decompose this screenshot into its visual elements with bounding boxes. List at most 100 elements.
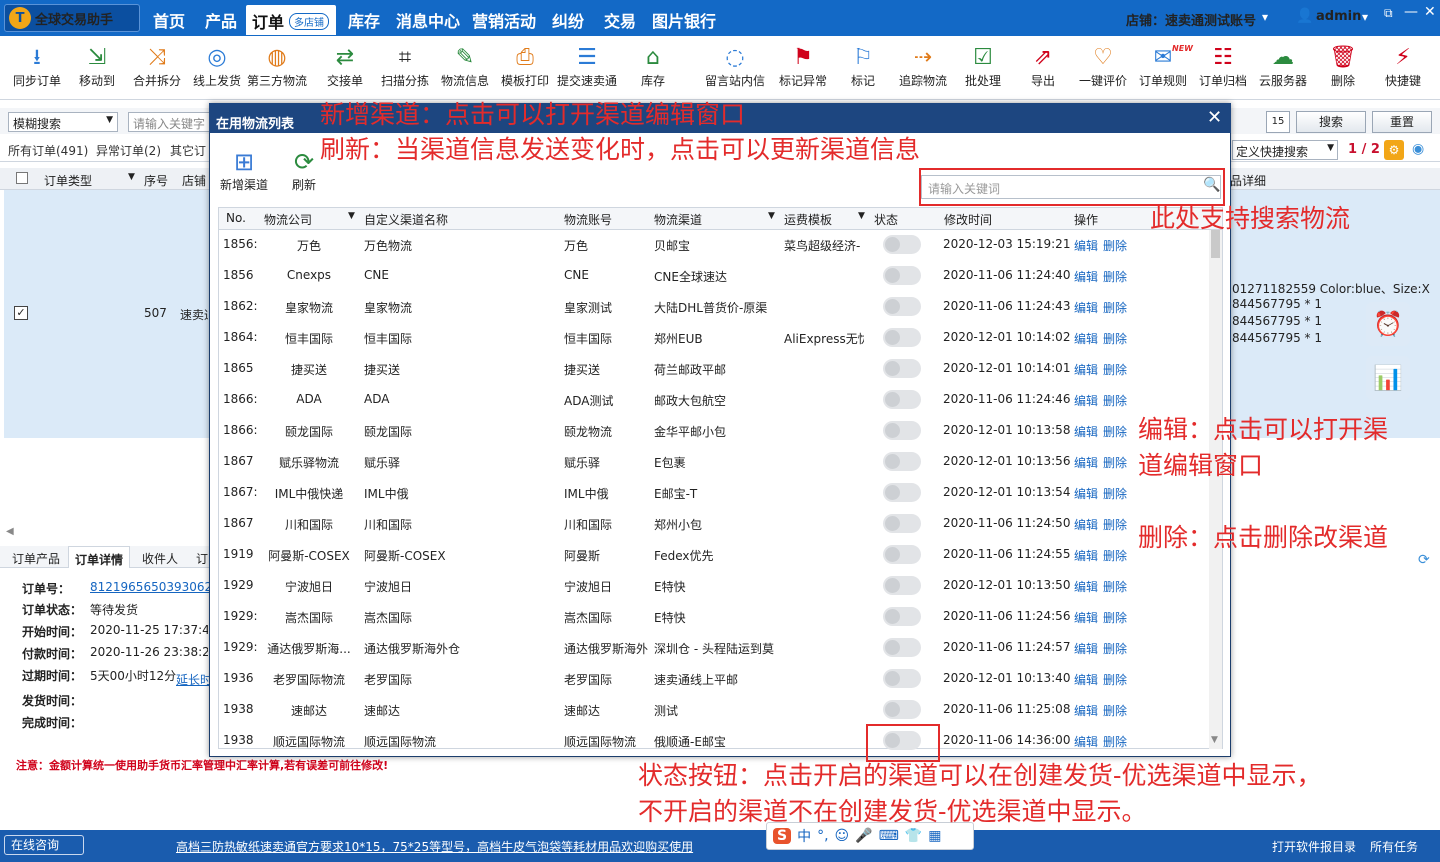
add-channel-button[interactable]: ⊞ 新增渠道 — [220, 148, 268, 193]
toolbar-button[interactable]: ⇢ 追踪物流 — [892, 44, 954, 89]
mic-icon[interactable]: 🎤 — [855, 828, 872, 844]
toolbar-button[interactable]: ◍ 第三方物流 — [246, 44, 308, 89]
col-freight-template[interactable]: 运费模板 — [784, 211, 832, 228]
edit-link[interactable]: 编辑 — [1074, 330, 1098, 347]
hide-icon[interactable]: ◉ — [1412, 141, 1424, 157]
refresh-button[interactable]: ⟳ 刷新 — [292, 148, 316, 193]
logistics-row[interactable]: 1867 川和国际 川和国际 川和国际 郑州小包 2020-11-06 11:24:50 编… — [219, 508, 1209, 539]
nav-dispute[interactable]: 纠纷 — [552, 8, 584, 32]
delete-link[interactable]: 删除 — [1103, 578, 1127, 595]
tab-order-detail[interactable]: 订单详情 — [68, 546, 131, 568]
delete-link[interactable]: 删除 — [1103, 733, 1127, 750]
logistics-row[interactable]: 1862: 皇家物流 皇家物流 皇家测试 大陆DHL普货价-原渠 2020-11-06 1… — [219, 291, 1209, 322]
delete-link[interactable]: 删除 — [1103, 702, 1127, 719]
col-status[interactable]: 状态 — [874, 211, 898, 228]
edit-link[interactable]: 编辑 — [1074, 299, 1098, 316]
tab-other[interactable]: 订 — [196, 550, 208, 567]
delete-link[interactable]: 删除 — [1103, 423, 1127, 440]
col-no[interactable]: No. — [226, 211, 246, 225]
logistics-row[interactable]: 1866: 颐龙国际 颐龙国际 颐龙物流 金华平邮小包 2020-12-01 10:13:… — [219, 415, 1209, 446]
edit-link[interactable]: 编辑 — [1074, 268, 1098, 285]
user-menu[interactable]: admin — [1316, 9, 1361, 24]
logistics-row[interactable]: 1936 老罗国际物流 老罗国际 老罗国际 速卖通线上平邮 2020-12-01 10:1… — [219, 663, 1209, 694]
status-toggle[interactable] — [883, 390, 921, 409]
toolbar-button[interactable]: ☑ 批处理 — [952, 44, 1014, 89]
toolbar-button[interactable]: ⇄ 交接单 — [314, 44, 376, 89]
restore-window-icon[interactable]: ⧉ — [1384, 6, 1393, 21]
nav-message-center[interactable]: 消息中心 — [396, 8, 460, 32]
chevron-down-icon[interactable]: ▾ — [1262, 10, 1268, 24]
dialog-close-icon[interactable]: ✕ — [1207, 107, 1222, 128]
edit-link[interactable]: 编辑 — [1074, 361, 1098, 378]
status-toggle[interactable] — [883, 266, 921, 285]
toolbar-button[interactable]: 🗑 删除 — [1312, 44, 1374, 89]
edit-link[interactable]: 编辑 — [1074, 392, 1098, 409]
extend-time-link[interactable]: 延长时 — [176, 671, 209, 688]
order-no-link[interactable]: 8121965650393062 — [90, 580, 212, 594]
multi-store-badge[interactable]: 多店铺 — [289, 13, 329, 30]
select-all-checkbox[interactable] — [16, 172, 28, 184]
delete-link[interactable]: 删除 — [1103, 516, 1127, 533]
col-actions[interactable]: 操作 — [1074, 211, 1098, 228]
delete-link[interactable]: 删除 — [1103, 640, 1127, 657]
toolbar-button[interactable]: ♡ 一键评价 — [1072, 44, 1134, 89]
status-toggle[interactable] — [883, 328, 921, 347]
logistics-row[interactable]: 1864: 恒丰国际 恒丰国际 恒丰国际 郑州EUB AliExpress无忧 2020-1… — [219, 322, 1209, 353]
tab-order-products[interactable]: 订单产品 — [12, 550, 60, 567]
edit-link[interactable]: 编辑 — [1074, 609, 1098, 626]
toolbar-button[interactable]: ⚐ 标记 — [832, 44, 894, 89]
col-account[interactable]: 物流账号 — [564, 211, 612, 228]
logistics-row[interactable]: 1856: 万色 万色物流 万色 贝邮宝 菜鸟超级经济- 2020-12-03 15:19:… — [219, 229, 1209, 260]
toolbar-button[interactable]: ⚑ 标记异常 — [772, 44, 834, 89]
col-seq[interactable]: 序号 — [144, 172, 168, 189]
col-product-detail[interactable]: 品详细 — [1230, 172, 1266, 189]
edit-link[interactable]: 编辑 — [1074, 485, 1098, 502]
row-checkbox[interactable]: ✓ — [14, 306, 28, 320]
online-consult-button[interactable]: 在线咨询 — [4, 835, 84, 855]
status-toggle[interactable] — [883, 545, 921, 564]
scroll-left-icon[interactable]: ◀ — [6, 526, 14, 537]
app-logo[interactable]: T 全球交易助手 — [4, 4, 140, 32]
nav-order[interactable]: 订单 — [252, 9, 284, 33]
logistics-row[interactable]: 1929: 嵩杰国际 嵩杰国际 嵩杰国际 E特快 2020-11-06 11:24:56 编… — [219, 601, 1209, 632]
store-selector[interactable]: 店铺：速卖通测试账号 — [1126, 10, 1256, 29]
toolbar-button[interactable]: ⇲ 移动到 — [66, 44, 128, 89]
status-toggle[interactable] — [883, 452, 921, 471]
logistics-row[interactable]: 1867: IML中俄快递 IML中俄 IML中俄 E邮宝-T 2020-12-01 10… — [219, 477, 1209, 508]
refresh-icon[interactable]: ⟳ — [1418, 552, 1430, 568]
punctuation-icon[interactable]: °, — [817, 828, 828, 844]
sort-icon[interactable]: ▼ — [128, 172, 135, 182]
delete-link[interactable]: 删除 — [1103, 609, 1127, 626]
delete-link[interactable]: 删除 — [1103, 547, 1127, 564]
filter-icon[interactable]: ▼ — [348, 211, 355, 221]
edit-link[interactable]: 编辑 — [1074, 733, 1098, 750]
filter-icon[interactable]: ▼ — [858, 211, 865, 221]
chevron-down-icon[interactable]: ▾ — [1362, 10, 1368, 24]
close-window-icon[interactable]: ✕ — [1424, 4, 1436, 20]
col-channel[interactable]: 物流渠道 — [654, 211, 702, 228]
edit-link[interactable]: 编辑 — [1074, 702, 1098, 719]
status-toggle[interactable] — [883, 576, 921, 595]
status-toggle[interactable] — [883, 669, 921, 688]
edit-link[interactable]: 编辑 — [1074, 454, 1098, 471]
nav-inventory[interactable]: 库存 — [348, 8, 380, 32]
logistics-row[interactable]: 1929 宁波旭日 宁波旭日 宁波旭日 E特快 2020-12-01 10:13:50 编辑… — [219, 570, 1209, 601]
toolbar-button[interactable]: ⚡ 快捷键 — [1372, 44, 1434, 89]
edit-link[interactable]: 编辑 — [1074, 640, 1098, 657]
status-toggle[interactable] — [883, 359, 921, 378]
ad-marquee-link[interactable]: 高档三防热敏纸速卖通官方要求10*15，75*25等型号，高档牛皮气泡袋等耗材用… — [176, 838, 693, 855]
calendar-icon[interactable]: 15 — [1266, 111, 1290, 133]
settings-icon[interactable]: ⚙ — [1384, 140, 1404, 160]
open-log-dir-link[interactable]: 打开软件报目录 — [1272, 838, 1356, 855]
delete-link[interactable]: 删除 — [1103, 454, 1127, 471]
edit-link[interactable]: 编辑 — [1074, 516, 1098, 533]
scroll-down-icon[interactable]: ▼ — [1211, 735, 1218, 745]
all-tasks-button[interactable]: 所有任务 — [1370, 838, 1418, 855]
delete-link[interactable]: 删除 — [1103, 671, 1127, 688]
status-toggle[interactable] — [883, 700, 921, 719]
logistics-row[interactable]: 1867 赋乐驿物流 赋乐驿 赋乐驿 E包裹 2020-12-01 10:13:56 编辑删… — [219, 446, 1209, 477]
toolbar-button[interactable]: ◌ 留言站内信 — [704, 44, 766, 89]
tab-recipient[interactable]: 收件人 — [142, 550, 178, 567]
status-toggle[interactable] — [883, 421, 921, 440]
ime-mode[interactable]: 中 — [797, 826, 811, 846]
